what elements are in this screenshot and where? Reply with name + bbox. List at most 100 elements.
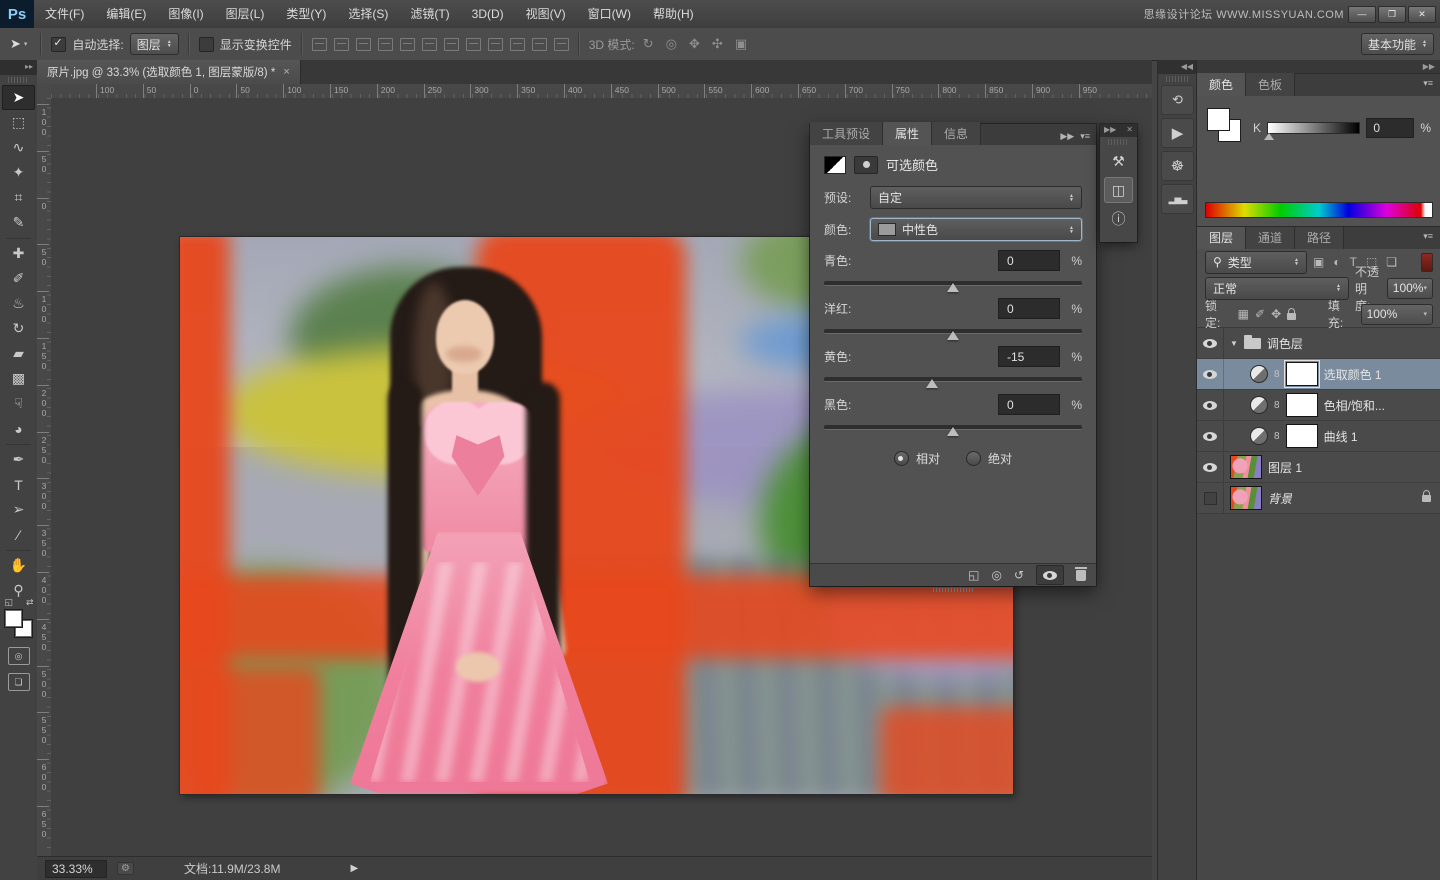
mask-link-icon[interactable]: 8: [1274, 400, 1280, 411]
reset-adjustment-icon[interactable]: ↺: [1014, 568, 1024, 582]
layer-name[interactable]: 调色层: [1267, 335, 1303, 352]
align-icon[interactable]: [312, 38, 327, 51]
slider-track[interactable]: [824, 326, 1082, 340]
tool-button[interactable]: ▩: [2, 366, 35, 391]
lock-all-icon[interactable]: [1287, 313, 1296, 320]
tool-button[interactable]: ▰: [2, 341, 35, 366]
align-icon[interactable]: [466, 38, 481, 51]
lock-pixels-icon[interactable]: ✐: [1255, 307, 1265, 321]
align-icon[interactable]: [356, 38, 371, 51]
layer-mask-thumbnail[interactable]: [1286, 393, 1318, 417]
layer-filter-icon[interactable]: ❏: [1386, 255, 1397, 269]
slider-thumb[interactable]: [926, 379, 938, 388]
slider-track[interactable]: [824, 422, 1082, 436]
layer-name[interactable]: 图层 1: [1268, 459, 1302, 476]
eye-icon[interactable]: [1203, 432, 1217, 441]
tool-button[interactable]: ☟: [2, 391, 35, 416]
panel-tab[interactable]: 属性: [883, 122, 932, 145]
slider-value-field[interactable]: 0: [998, 250, 1060, 271]
tool-button[interactable]: ➢: [2, 497, 35, 522]
tool-button[interactable]: ♨: [2, 291, 35, 316]
minimize-button[interactable]: —: [1348, 6, 1376, 23]
show-transform-checkbox[interactable]: [199, 37, 214, 52]
tool-button[interactable]: ✋: [2, 553, 35, 578]
view-previous-state-icon[interactable]: ◎: [991, 568, 1001, 582]
color-dropdown[interactable]: 中性色 ▲▼: [870, 218, 1082, 241]
panel-dock-icon[interactable]: ▂▅▃: [1161, 184, 1194, 214]
dock-grip[interactable]: [1108, 139, 1129, 145]
mask-link-icon[interactable]: 8: [1274, 369, 1280, 380]
screen-mode-button[interactable]: ❏: [8, 673, 30, 691]
layer-name[interactable]: 色相/饱和...: [1324, 397, 1385, 414]
layer-row[interactable]: 8 色相/饱和...: [1197, 390, 1440, 421]
panel-dock-icon[interactable]: ⓘ: [1104, 206, 1133, 232]
layer-visibility-cell[interactable]: [1197, 421, 1224, 451]
panel-dock-icon[interactable]: ⚒: [1104, 148, 1133, 174]
align-icon[interactable]: [444, 38, 459, 51]
slider-value-field[interactable]: 0: [998, 298, 1060, 319]
layer-row[interactable]: 8 曲线 1: [1197, 421, 1440, 452]
tool-button[interactable]: ∿: [2, 135, 35, 160]
ruler-origin-corner[interactable]: [37, 84, 52, 99]
layer-visibility-cell[interactable]: [1197, 328, 1224, 358]
zoom-level-field[interactable]: 33.33%: [45, 860, 107, 878]
tool-button[interactable]: ➤: [2, 85, 35, 110]
tool-button[interactable]: ↻: [2, 316, 35, 341]
layer-visibility-cell[interactable]: [1197, 483, 1224, 513]
slider-thumb[interactable]: [947, 331, 959, 340]
menu-item[interactable]: 选择(S): [337, 0, 399, 28]
foreground-color-swatch[interactable]: [1207, 108, 1230, 131]
layer-filter-icon[interactable]: ▣: [1313, 255, 1324, 269]
filter-toggle-switch[interactable]: [1421, 253, 1433, 272]
panel-tab[interactable]: 色板: [1246, 73, 1295, 96]
swap-colors-icon[interactable]: ⇄: [26, 597, 34, 608]
fill-field[interactable]: 100% ▾: [1361, 304, 1433, 325]
menu-item[interactable]: 3D(D): [461, 0, 515, 28]
layer-thumbnail[interactable]: [1230, 486, 1262, 510]
toolbar-grip[interactable]: [8, 77, 29, 83]
layer-thumbnail[interactable]: [1230, 455, 1262, 479]
align-icon[interactable]: [554, 38, 569, 51]
eye-icon[interactable]: [1203, 339, 1217, 348]
panel-menu-icon[interactable]: ▾≡: [1423, 78, 1439, 92]
panel-dock-icon[interactable]: ☸: [1161, 151, 1194, 181]
auto-select-checkbox[interactable]: [51, 37, 66, 52]
layer-visibility-cell[interactable]: [1197, 452, 1224, 482]
panel-tab[interactable]: 路径: [1295, 226, 1344, 249]
panel-tab[interactable]: 工具预设: [810, 122, 883, 145]
tool-button[interactable]: ⬚: [2, 110, 35, 135]
slider-value-field[interactable]: -15: [998, 346, 1060, 367]
panel-tab[interactable]: 图层: [1197, 226, 1246, 249]
tool-button[interactable]: ◕: [2, 416, 35, 441]
panel-dock-icon[interactable]: ⟲: [1161, 85, 1194, 115]
delete-adjustment-icon[interactable]: [1076, 570, 1086, 581]
3d-mode-icon[interactable]: ▣: [733, 36, 749, 52]
dock-close-icon[interactable]: ✕: [1126, 125, 1133, 137]
dock-expand-icon[interactable]: ▶▶: [1104, 125, 1116, 137]
preset-dropdown[interactable]: 自定 ▲▼: [870, 186, 1082, 209]
slider-thumb[interactable]: [947, 283, 959, 292]
eye-icon[interactable]: [1203, 401, 1217, 410]
3d-mode-icon[interactable]: ↻: [641, 36, 656, 52]
layer-mask-thumbnail[interactable]: [1286, 362, 1318, 386]
menu-item[interactable]: 视图(V): [515, 0, 577, 28]
menu-item[interactable]: 滤镜(T): [399, 0, 460, 28]
menu-item[interactable]: 图层(L): [215, 0, 276, 28]
lock-position-icon[interactable]: ✥: [1271, 307, 1281, 321]
layer-row[interactable]: 图层 1: [1197, 452, 1440, 483]
status-options-icon[interactable]: ⚙: [117, 862, 134, 875]
status-menu-arrow-icon[interactable]: ▶: [350, 863, 358, 874]
k-slider-track[interactable]: [1267, 122, 1360, 134]
layer-name[interactable]: 背景: [1268, 490, 1292, 507]
3d-mode-icon[interactable]: ◎: [664, 36, 679, 52]
close-button[interactable]: ✕: [1408, 6, 1436, 23]
menu-item[interactable]: 文件(F): [34, 0, 95, 28]
3d-mode-icon[interactable]: ✥: [687, 36, 702, 52]
group-disclosure-icon[interactable]: ▼: [1230, 339, 1238, 348]
panel-tab[interactable]: 信息: [932, 122, 981, 145]
layer-name[interactable]: 曲线 1: [1324, 428, 1358, 445]
panel-menu-icon[interactable]: ▾≡: [1080, 131, 1096, 145]
k-value-field[interactable]: 0: [1366, 118, 1414, 138]
slider-track[interactable]: [824, 278, 1082, 292]
panel-dock-icon[interactable]: ◫: [1104, 177, 1133, 203]
